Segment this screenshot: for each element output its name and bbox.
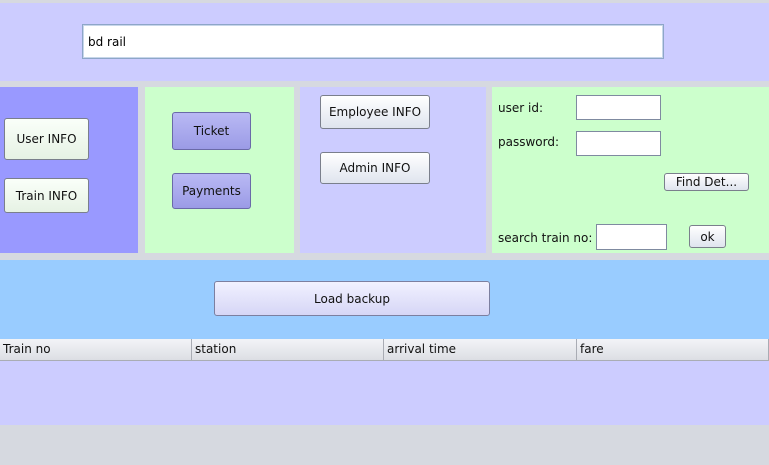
user-id-input[interactable] (576, 95, 661, 120)
search-train-input[interactable] (596, 224, 667, 250)
load-backup-button[interactable]: Load backup (214, 281, 490, 316)
ok-button-label: ok (700, 229, 715, 244)
backup-panel: Load backup (0, 260, 769, 339)
header-panel (0, 3, 769, 81)
train-info-button[interactable]: Train INFO (4, 178, 89, 213)
column-header-fare[interactable]: fare (577, 339, 769, 361)
password-input[interactable] (576, 131, 661, 156)
employee-info-button-label: Employee INFO (328, 105, 422, 119)
ticket-panel: Ticket Payments (145, 87, 294, 253)
payments-button[interactable]: Payments (172, 173, 251, 209)
train-info-button-label: Train INFO (15, 188, 78, 203)
search-train-label: search train no: (498, 231, 593, 245)
ticket-button-label: Ticket (193, 124, 230, 138)
find-details-button-label: Find Det... (675, 175, 738, 189)
column-header-train-no[interactable]: Train no (0, 339, 192, 361)
find-details-button[interactable]: Find Det... (664, 173, 749, 191)
user-id-label: user id: (498, 101, 543, 115)
column-header-arrival-time[interactable]: arrival time (384, 339, 577, 361)
user-info-button-label: User INFO (16, 132, 77, 146)
payments-button-label: Payments (182, 184, 241, 198)
bottom-area (0, 425, 769, 465)
column-header-station[interactable]: station (192, 339, 384, 361)
ok-button[interactable]: ok (689, 225, 726, 248)
employee-info-button[interactable]: Employee INFO (320, 95, 430, 129)
table-body[interactable] (0, 361, 769, 425)
user-info-button[interactable]: User INFO (4, 118, 89, 160)
load-backup-button-label: Load backup (314, 291, 390, 306)
admin-info-button[interactable]: Admin INFO (320, 152, 430, 184)
user-train-panel: User INFO Train INFO (0, 87, 138, 253)
search-input[interactable] (82, 24, 664, 59)
staff-panel: Employee INFO Admin INFO (300, 87, 486, 253)
password-label: password: (498, 135, 560, 149)
ticket-button[interactable]: Ticket (172, 112, 251, 150)
login-panel: user id: password: Find Det... search tr… (492, 87, 769, 253)
admin-info-button-label: Admin INFO (339, 161, 411, 175)
